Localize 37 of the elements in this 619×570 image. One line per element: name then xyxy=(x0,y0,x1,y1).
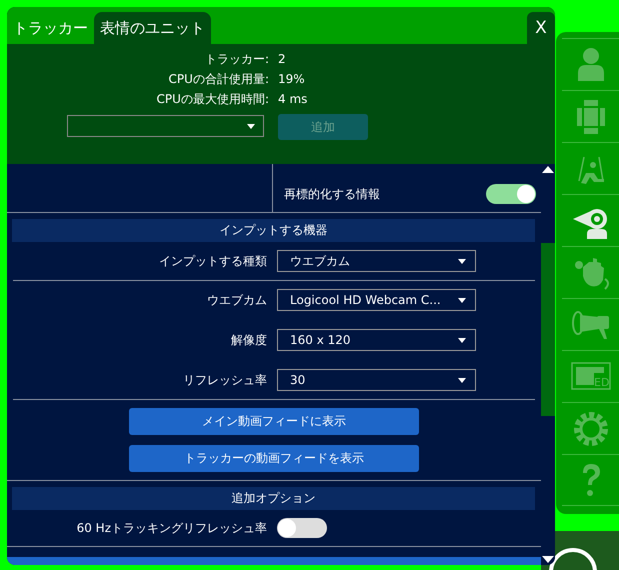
section-header: インプットする機器 xyxy=(12,219,535,242)
stat-label: CPUの合計使用量: xyxy=(168,71,269,88)
dropdown-value: 30 xyxy=(290,373,306,387)
action-button[interactable]: トラッカーの動画フィードを表示 xyxy=(129,445,419,472)
dropdown-value: ウエブカム xyxy=(290,252,350,270)
dropdown[interactable]: 160 x 120 xyxy=(277,329,476,351)
scroll-down-icon[interactable] xyxy=(542,556,554,563)
dropdown[interactable] xyxy=(67,115,264,137)
caret-icon xyxy=(458,378,466,382)
setting-label: 60 Hzトラッキングリフレッシュ率 xyxy=(76,520,267,536)
section-header: 追加オプション xyxy=(12,487,535,510)
dropdown[interactable]: Logicool HD Webcam C... xyxy=(277,289,476,311)
dropdown[interactable]: ウエブカム xyxy=(277,250,476,272)
setting-label: 再標的化する情報 xyxy=(284,186,380,202)
stat-label: CPUの最大使用時間: xyxy=(156,91,269,108)
caret-icon xyxy=(458,298,466,302)
scroll-thumb[interactable] xyxy=(541,243,555,416)
tab[interactable]: 表情のユニット xyxy=(94,12,211,44)
action-button[interactable]: メイン動画フィードに表示 xyxy=(129,408,419,435)
caret-icon xyxy=(458,338,466,342)
scrollbar[interactable] xyxy=(541,164,555,565)
stat-value: 4 ms xyxy=(278,91,308,108)
setting-label: ウエブカム xyxy=(206,292,267,308)
setting-label: リフレッシュ率 xyxy=(182,372,267,388)
dropdown-value: 160 x 120 xyxy=(290,333,351,347)
toggle-switch[interactable] xyxy=(277,518,327,538)
setting-label: インプットする種類 xyxy=(158,252,267,270)
stat-value: 19% xyxy=(278,71,306,88)
stat-value: 2 xyxy=(278,51,287,68)
caret-icon xyxy=(247,124,255,128)
dropdown-value: Logicool HD Webcam C... xyxy=(290,293,441,307)
stat-label: トラッカー: xyxy=(204,51,269,68)
dropdown[interactable]: 30 xyxy=(277,369,476,391)
close-button[interactable]: X xyxy=(527,12,555,44)
toggle-switch[interactable] xyxy=(486,184,536,204)
setting-label: 解像度 xyxy=(230,332,267,348)
caret-icon xyxy=(458,258,466,264)
